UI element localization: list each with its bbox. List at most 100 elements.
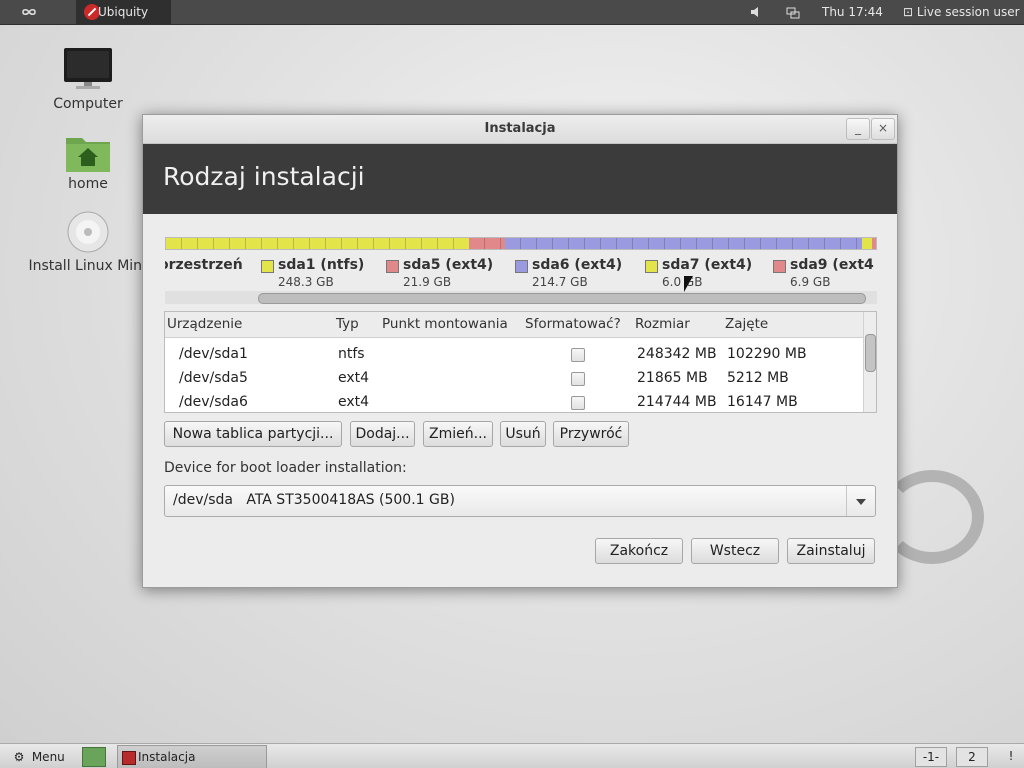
column-header-format[interactable]: Sformatować? (525, 316, 621, 332)
legend-name: sda5 (ext4) (403, 257, 494, 273)
column-header-mount[interactable]: Punkt montowania (382, 316, 508, 332)
volume-icon[interactable] (748, 0, 764, 24)
cell-device: /dev/sda5 (179, 370, 248, 386)
cell-size: 248342 MB (637, 346, 717, 362)
column-header-device[interactable]: Urządzenie (167, 316, 242, 332)
bootloader-device-value: /dev/sda ATA ST3500418AS (500.1 GB) (173, 492, 455, 508)
notification-icon[interactable]: ! (1005, 747, 1017, 765)
legend-size: 248.3 GB (278, 275, 334, 289)
desktop-icon-label: Install Linux Mint (28, 258, 148, 274)
delete-partition-button[interactable]: Usuń (500, 421, 546, 447)
menu-button[interactable]: ⚙ Menu (10, 747, 65, 767)
installer-window: Instalacja _ × Rodzaj instalacji orzestr… (142, 114, 898, 588)
legend-name: sda7 (ext4) (662, 257, 753, 273)
menu-label: Menu (31, 750, 65, 764)
partition-segment (166, 238, 470, 249)
partition-segment (504, 238, 862, 249)
legend-size: 6.0 GB (662, 275, 703, 289)
window-titlebar[interactable]: Instalacja _ × (143, 115, 897, 144)
mouse-cursor (684, 276, 693, 292)
cell-device: /dev/sda6 (179, 394, 248, 410)
user-icon: ⊡ (903, 5, 917, 19)
partition-legend: orzestrzeń sda1 (ntfs) 248.3 GB sda5 (ex… (165, 257, 875, 293)
table-header: Urządzenie Typ Punkt montowania Sformato… (165, 312, 863, 338)
close-button[interactable]: × (871, 118, 895, 140)
color-swatch (386, 260, 399, 273)
page-title: Rodzaj instalacji (163, 162, 365, 191)
format-checkbox[interactable] (571, 348, 585, 362)
cell-size: 214744 MB (637, 394, 717, 410)
cell-type: ext4 (338, 370, 370, 386)
panel-app-ubiquity[interactable]: Ubiquity (76, 0, 171, 24)
legend-size: 214.7 GB (532, 275, 588, 289)
revert-button[interactable]: Przywróć (553, 421, 629, 447)
taskbar-item-instalacja[interactable]: Instalacja (117, 745, 267, 768)
top-panel: Ubiquity Thu 17:44 ⊡ Live session user (0, 0, 1024, 25)
user-menu[interactable]: ⊡ Live session user (903, 0, 1020, 24)
table-scrollbar[interactable] (863, 312, 876, 412)
monitor-icon (64, 48, 112, 89)
format-checkbox[interactable] (571, 396, 585, 410)
table-row[interactable]: /dev/sda6 ext4 214744 MB 16147 MB (165, 390, 863, 412)
cell-type: ntfs (338, 346, 365, 362)
legend-name: sda9 (ext4 (790, 257, 874, 273)
legend-name: sda1 (ntfs) (278, 257, 365, 273)
desktop-icon-label: home (68, 176, 108, 192)
bootloader-device-select[interactable]: /dev/sda ATA ST3500418AS (500.1 GB) (164, 485, 876, 517)
install-button[interactable]: Zainstaluj (787, 538, 875, 564)
workspace-2[interactable]: 2 (956, 747, 988, 767)
new-partition-table-button[interactable]: Nowa tablica partycji... (164, 421, 342, 447)
cell-used: 102290 MB (727, 346, 807, 362)
legend-name: sda6 (ext4) (532, 257, 623, 273)
clock[interactable]: Thu 17:44 (822, 0, 883, 24)
partition-segment (872, 238, 876, 249)
legend-name: orzestrzeń (165, 257, 243, 273)
format-checkbox[interactable] (571, 372, 585, 386)
table-scrollbar-thumb[interactable] (865, 334, 876, 372)
column-header-size[interactable]: Rozmiar (635, 316, 690, 332)
color-swatch (261, 260, 274, 273)
color-swatch (773, 260, 786, 273)
color-swatch (645, 260, 658, 273)
gear-icon: ⚙ (13, 750, 25, 764)
workspace-1[interactable]: -1- (915, 747, 947, 767)
legend-size: 21.9 GB (403, 275, 452, 289)
header-band: Rodzaj instalacji (143, 144, 897, 214)
partition-bar (165, 237, 877, 250)
desktop-icon-install[interactable]: Install Linux Mint (28, 210, 148, 276)
cell-used: 16147 MB (727, 394, 798, 410)
bootloader-label: Device for boot loader installation: (164, 460, 407, 476)
desktop-icon-home[interactable]: home (28, 134, 148, 198)
change-partition-button[interactable]: Zmień... (423, 421, 493, 447)
chevron-down-icon[interactable] (846, 486, 875, 516)
cell-used: 5212 MB (727, 370, 789, 386)
cell-size: 21865 MB (637, 370, 708, 386)
desktop-icon-computer[interactable]: Computer (28, 48, 148, 118)
panel-app-label: Ubiquity (98, 5, 149, 19)
window-title: Instalacja (484, 121, 556, 136)
cell-type: ext4 (338, 394, 370, 410)
table-row[interactable]: /dev/sda1 ntfs 248342 MB 102290 MB (165, 342, 863, 366)
column-header-used[interactable]: Zajęte (725, 316, 768, 332)
desktop-icon-label: Computer (53, 96, 123, 112)
taskbar-item-label: Instalacja (138, 750, 196, 764)
user-label: Live session user (916, 5, 1020, 19)
legend-size: 6.9 GB (790, 275, 831, 289)
network-icon[interactable] (784, 0, 802, 24)
table-row[interactable]: /dev/sda5 ext4 21865 MB 5212 MB (165, 366, 863, 390)
taskbar: ⚙ Menu Instalacja -1- 2 ! (0, 743, 1024, 768)
show-desktop-icon[interactable] (82, 747, 106, 767)
partition-table: Urządzenie Typ Punkt montowania Sformato… (164, 311, 877, 413)
window-app-icon (122, 751, 136, 765)
legend-scrollbar-thumb[interactable] (258, 293, 866, 304)
minimize-button[interactable]: _ (846, 118, 870, 140)
cell-device: /dev/sda1 (179, 346, 248, 362)
home-folder-icon (66, 138, 110, 172)
quit-button[interactable]: Zakończ (595, 538, 683, 564)
infinity-icon[interactable] (18, 0, 40, 24)
add-partition-button[interactable]: Dodaj... (350, 421, 415, 447)
back-button[interactable]: Wstecz (691, 538, 779, 564)
cd-disc-icon (67, 211, 109, 253)
partition-segment (861, 238, 873, 249)
column-header-type[interactable]: Typ (336, 316, 359, 332)
